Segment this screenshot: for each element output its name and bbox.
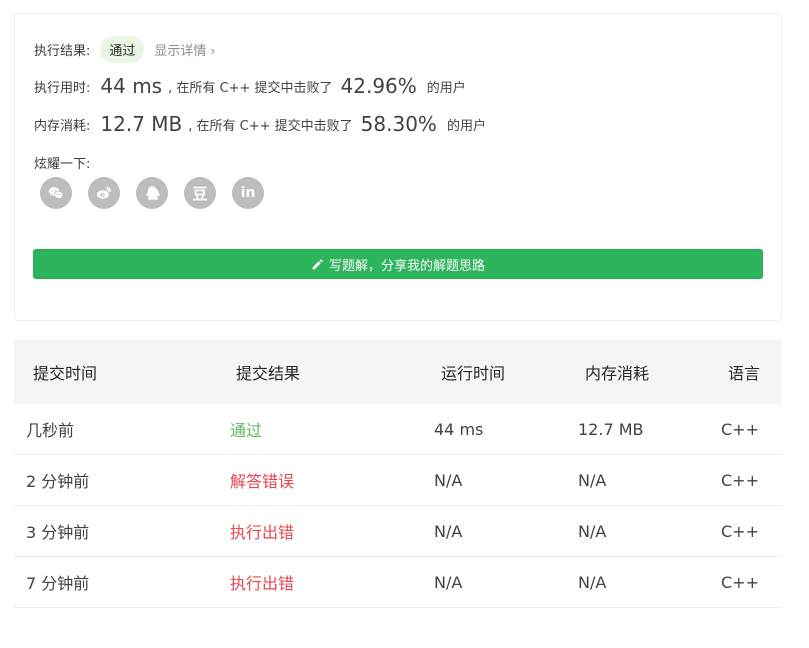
- cell-result-link[interactable]: 执行出错: [230, 570, 294, 594]
- memory-label: 内存消耗:: [34, 118, 91, 134]
- write-solution-label: 写题解，分享我的解题思路: [328, 258, 485, 274]
- runtime-desc: , 在所有 C++ 提交中击败了: [168, 80, 333, 96]
- memory-value: 12.7 MB: [100, 112, 183, 136]
- douban-icon[interactable]: 豆: [184, 177, 216, 209]
- cell-time: 7 分钟前: [26, 574, 90, 593]
- weibo-icon[interactable]: [88, 177, 120, 209]
- runtime-value: 44 ms: [100, 74, 163, 98]
- submissions-table: 提交时间 提交结果 运行时间 内存消耗 语言 几秒前 通过 44 ms 12.7…: [14, 339, 782, 608]
- memory-desc: , 在所有 C++ 提交中击败了: [188, 118, 353, 134]
- cell-language: C++: [721, 572, 759, 592]
- cell-memory: 12.7 MB: [578, 419, 644, 439]
- cell-language: C++: [721, 470, 759, 490]
- table-row[interactable]: 3 分钟前 执行出错 N/A N/A C++: [14, 506, 782, 557]
- cell-runtime: N/A: [434, 521, 463, 541]
- chevron-right-icon: ›: [210, 44, 216, 58]
- table-row[interactable]: 2 分钟前 解答错误 N/A N/A C++: [14, 455, 782, 506]
- memory-suffix: 的用户: [446, 118, 486, 134]
- cell-runtime: N/A: [434, 470, 463, 490]
- cell-memory: N/A: [578, 470, 607, 490]
- runtime-percent: 42.96%: [340, 74, 417, 98]
- share-icons: 豆 in: [40, 177, 264, 209]
- runtime-label: 执行用时:: [34, 80, 91, 96]
- table-header: 提交时间 提交结果 运行时间 内存消耗 语言: [14, 339, 782, 404]
- table-row[interactable]: 7 分钟前 执行出错 N/A N/A C++: [14, 557, 782, 608]
- cell-result-link[interactable]: 通过: [230, 417, 262, 441]
- cell-result-link[interactable]: 解答错误: [230, 468, 294, 492]
- header-submit-time: 提交时间: [33, 363, 98, 383]
- cell-time: 几秒前: [26, 421, 75, 440]
- result-label: 执行结果:: [34, 44, 91, 59]
- linkedin-glyph: in: [240, 185, 256, 201]
- header-language: 语言: [728, 363, 761, 383]
- cell-result-link[interactable]: 执行出错: [230, 519, 294, 543]
- show-detail-link[interactable]: 显示详情 ›: [154, 40, 215, 59]
- cell-language: C++: [721, 419, 759, 439]
- runtime-row: 执行用时: 44 ms , 在所有 C++ 提交中击败了 42.96% 的用户: [34, 74, 466, 98]
- show-detail-label: 显示详情: [154, 44, 207, 59]
- write-solution-button[interactable]: 写题解，分享我的解题思路: [33, 249, 763, 279]
- result-row: 执行结果: 通过 显示详情 ›: [34, 36, 215, 63]
- cell-time: 2 分钟前: [26, 472, 90, 491]
- status-badge: 通过: [100, 36, 145, 63]
- cell-time: 3 分钟前: [26, 523, 90, 542]
- douban-glyph: 豆: [192, 184, 208, 203]
- pencil-icon: [312, 258, 323, 269]
- memory-row: 内存消耗: 12.7 MB , 在所有 C++ 提交中击败了 58.30% 的用…: [34, 112, 486, 136]
- linkedin-icon[interactable]: in: [232, 177, 264, 209]
- cell-language: C++: [721, 521, 759, 541]
- header-memory: 内存消耗: [585, 363, 650, 383]
- memory-percent: 58.30%: [360, 112, 437, 136]
- cell-memory: N/A: [578, 572, 607, 592]
- cell-memory: N/A: [578, 521, 607, 541]
- table-row[interactable]: 几秒前 通过 44 ms 12.7 MB C++: [14, 404, 782, 455]
- wechat-icon[interactable]: [40, 177, 72, 209]
- runtime-suffix: 的用户: [426, 80, 466, 96]
- result-card: 执行结果: 通过 显示详情 › 执行用时: 44 ms , 在所有 C++ 提交中…: [14, 13, 782, 321]
- cell-runtime: 44 ms: [434, 419, 484, 439]
- share-label-row: 炫耀一下:: [34, 153, 90, 172]
- qq-icon[interactable]: [136, 177, 168, 209]
- header-submit-result: 提交结果: [236, 363, 301, 383]
- cell-runtime: N/A: [434, 572, 463, 592]
- share-label: 炫耀一下:: [34, 157, 91, 172]
- header-runtime: 运行时间: [441, 363, 506, 383]
